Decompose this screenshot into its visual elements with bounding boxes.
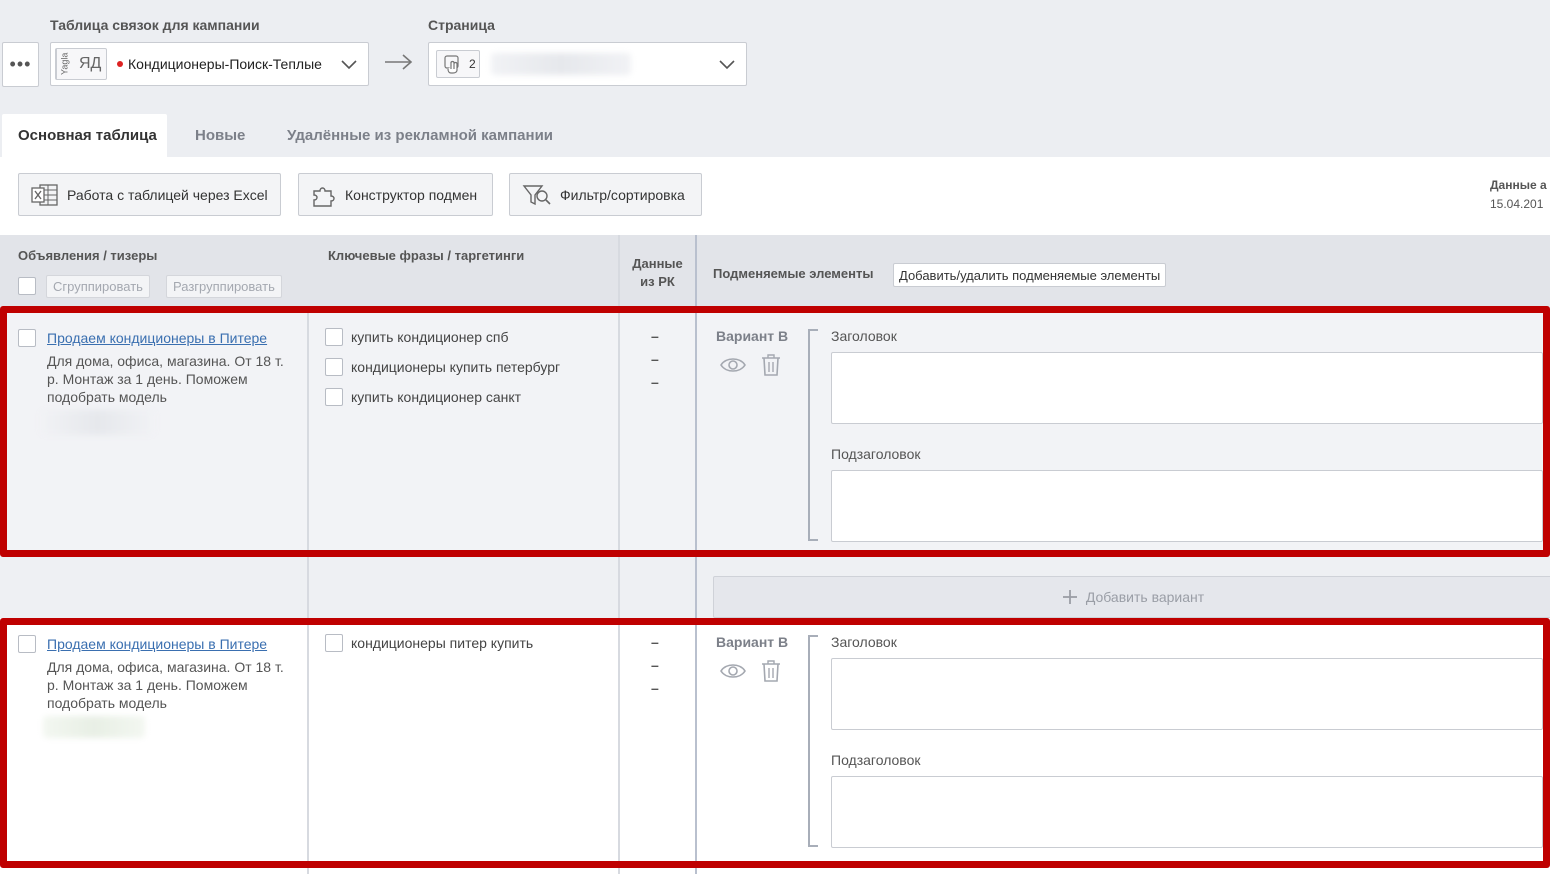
replace-column-title: Подменяемые элементы bbox=[713, 266, 874, 281]
yagla-tag: Yagla bbox=[56, 49, 72, 79]
highlight-frame bbox=[0, 306, 1550, 557]
plus-icon bbox=[1062, 590, 1077, 604]
add-remove-elements-label: Добавить/удалить подменяемые элементы bbox=[899, 267, 1161, 283]
filter-search-icon bbox=[522, 184, 551, 205]
tab-label: Удалённые из рекламной кампании bbox=[287, 127, 554, 144]
excel-icon bbox=[31, 183, 58, 206]
excel-button-label: Работа с таблицей через Excel bbox=[67, 186, 268, 203]
data-label: Данные а bbox=[1490, 178, 1547, 192]
ungroup-button[interactable]: Разгруппировать bbox=[166, 275, 282, 298]
campaign-name: Кондиционеры-Поиск-Теплые bbox=[128, 56, 322, 72]
source-badge: Yagla ЯД bbox=[55, 48, 107, 80]
constructor-button-label: Конструктор подмен bbox=[345, 186, 478, 203]
add-variant-button[interactable]: Добавить вариант bbox=[713, 576, 1550, 618]
ads-column-title: Объявления / тизеры bbox=[18, 248, 158, 263]
add-remove-elements-button[interactable]: Добавить/удалить подменяемые элементы bbox=[893, 263, 1167, 287]
arrow-right-icon bbox=[385, 54, 413, 70]
status-dot-icon bbox=[117, 61, 123, 67]
filter-button-label: Фильтр/сортировка bbox=[560, 186, 685, 203]
data-date: 15.04.201 bbox=[1490, 197, 1544, 211]
source-tag: ЯД bbox=[79, 55, 102, 72]
tab-main-table[interactable]: Основная таблица bbox=[2, 114, 167, 157]
tab-label: Основная таблица bbox=[18, 127, 157, 144]
chevron-down-icon bbox=[341, 60, 357, 70]
excel-button[interactable]: Работа с таблицей через Excel bbox=[18, 173, 281, 216]
filter-button[interactable]: Фильтр/сортировка bbox=[509, 173, 702, 216]
chevron-down-icon bbox=[719, 60, 735, 70]
page-label: Страница bbox=[428, 17, 495, 33]
page-badge: 2 bbox=[436, 50, 480, 78]
more-icon: ••• bbox=[9, 54, 32, 74]
add-variant-label: Добавить вариант bbox=[1085, 589, 1205, 605]
group-button[interactable]: Сгруппировать bbox=[46, 275, 150, 298]
puzzle-icon bbox=[313, 186, 335, 207]
group-button-label: Сгруппировать bbox=[53, 279, 143, 294]
select-all-checkbox[interactable] bbox=[18, 277, 36, 295]
campaign-select[interactable]: Yagla ЯД Кондиционеры-Поиск-Теплые bbox=[50, 42, 369, 86]
ungroup-button-label: Разгруппировать bbox=[173, 279, 275, 294]
more-menu-button[interactable]: ••• bbox=[2, 42, 39, 87]
tab-deleted[interactable]: Удалённые из рекламной кампании bbox=[287, 114, 553, 157]
rk-column-title-line1: Данные bbox=[632, 256, 683, 271]
constructor-button[interactable]: Конструктор подмен bbox=[298, 173, 493, 216]
highlight-frame bbox=[0, 618, 1550, 868]
rk-column-title-line2: из РК bbox=[640, 274, 675, 289]
blurred-page-name bbox=[491, 53, 631, 75]
page-select[interactable]: 2 bbox=[428, 42, 747, 86]
campaign-label: Таблица связок для кампании bbox=[50, 17, 260, 33]
page-number: 2 bbox=[469, 57, 476, 71]
tab-new[interactable]: Новые bbox=[195, 114, 245, 157]
tab-label: Новые bbox=[195, 127, 246, 144]
hand-pointer-icon bbox=[444, 55, 459, 74]
keywords-column-title: Ключевые фразы / таргетинги bbox=[328, 248, 525, 263]
